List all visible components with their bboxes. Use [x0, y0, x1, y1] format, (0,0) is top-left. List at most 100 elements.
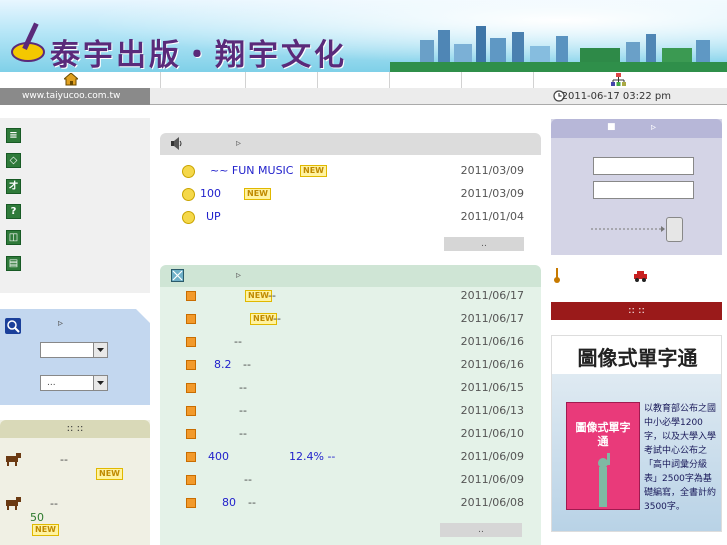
announcement-date: 2011/01/04: [460, 210, 524, 223]
news-date: 2011/06/08: [460, 496, 524, 509]
left-menu: ≡ ◇ オ ? ◫ ▤: [0, 118, 150, 293]
announcement-date: 2011/03/09: [460, 164, 524, 177]
current-datetime: 2011-06-17 03:22 pm: [561, 91, 671, 102]
new-badge: NEW: [300, 165, 327, 177]
left-bottom-item-2[interactable]: --: [50, 497, 58, 510]
car-icon[interactable]: [633, 270, 648, 282]
news-row[interactable]: -- 2011/06/09: [170, 469, 530, 491]
search-icon: [5, 318, 21, 334]
news-title[interactable]: --: [239, 377, 247, 399]
news-suffix: 12.4% --: [289, 450, 336, 463]
search-field-value: ...: [47, 378, 56, 388]
announcement-row[interactable]: ~~ FUN MUSIC NEW 2011/03/09: [170, 160, 530, 182]
news-row[interactable]: -- 2011/06/13: [170, 400, 530, 422]
login-button[interactable]: [666, 217, 683, 242]
bullet-icon: [186, 314, 196, 324]
news-title[interactable]: --: [239, 423, 247, 445]
login-panel: ■ ▹: [551, 119, 722, 255]
nav-sitemap[interactable]: [533, 72, 727, 88]
news-date: 2011/06/13: [460, 404, 524, 417]
news-title[interactable]: --: [244, 469, 252, 491]
announcement-title[interactable]: 100: [200, 183, 221, 205]
site-title: 泰宇出版・翔宇文化: [50, 38, 347, 72]
login-header: ■ ▹: [551, 119, 722, 138]
news-row[interactable]: 400 12.4% -- 2011/06/09: [170, 446, 530, 468]
news-title[interactable]: 400: [208, 446, 229, 468]
ad-banner[interactable]: 圖像式單字通 圖像式單字通 以教育部公布之國中小必學1200字，以及大學入學考試…: [551, 335, 722, 532]
login-header-bullet: ■: [607, 122, 616, 132]
news-title[interactable]: --: [239, 400, 247, 422]
news-header: ▹: [160, 265, 541, 287]
book-icon[interactable]: オ: [6, 179, 21, 194]
search-field-select[interactable]: ...: [40, 375, 108, 391]
list-icon[interactable]: ≡: [6, 128, 21, 143]
news-row[interactable]: -- 2011/06/10: [170, 423, 530, 445]
news-row[interactable]: NEW -- 2011/06/17: [170, 285, 530, 307]
panel-corner: [136, 309, 150, 323]
news-row[interactable]: 80 -- 2011/06/08: [170, 492, 530, 514]
bullet-icon: [186, 475, 196, 485]
news-date: 2011/06/16: [460, 335, 524, 348]
city-skyline-image: [390, 26, 727, 72]
dog-icon: [6, 453, 21, 466]
question-icon[interactable]: ?: [6, 204, 21, 219]
new-badge: NEW: [96, 468, 123, 480]
ad-book-cover: 圖像式單字通: [566, 402, 640, 510]
smiley-icon: [182, 211, 195, 224]
announcement-title[interactable]: ~~ FUN MUSIC: [210, 160, 293, 182]
news-row[interactable]: -- 2011/06/16: [170, 331, 530, 353]
news-date: 2011/06/09: [460, 473, 524, 486]
nav-item-1[interactable]: [160, 72, 246, 88]
news-date: 2011/06/17: [460, 289, 524, 302]
news-suffix: --: [273, 312, 281, 325]
news-title[interactable]: 8.2: [214, 354, 232, 376]
news-date: 2011/06/09: [460, 450, 524, 463]
nav-item-4[interactable]: [389, 72, 462, 88]
ad-description: 以教育部公布之國中小必學1200字，以及大學入學考試中心公布之「高中詞彙分級表」…: [644, 404, 717, 512]
speaker-icon: [171, 137, 182, 150]
brand-logo: [11, 22, 45, 62]
dog-icon: [6, 497, 21, 510]
nav-item-3[interactable]: [317, 72, 390, 88]
chevron-down-icon[interactable]: [93, 376, 107, 390]
left-bottom-panel: :: :: -- NEW -- 50 NEW: [0, 420, 150, 545]
dashed-arrow-icon: [591, 226, 665, 232]
bullet-icon: [186, 406, 196, 416]
sitemap-icon[interactable]: [611, 73, 626, 86]
date-bar: 2011-06-17 03:22 pm: [150, 88, 727, 105]
news-title[interactable]: 80: [222, 492, 236, 514]
news-suffix: --: [268, 289, 276, 302]
nav-home[interactable]: [0, 72, 150, 88]
thermometer-icon: [554, 268, 560, 283]
search-category-select[interactable]: [40, 342, 108, 358]
bullet-icon: [186, 452, 196, 462]
nav-item-5[interactable]: [461, 72, 534, 88]
username-input[interactable]: [593, 157, 694, 175]
news-arrow: ▹: [236, 270, 242, 281]
window-icon[interactable]: ◫: [6, 230, 21, 245]
announcements-more-button[interactable]: ..: [444, 237, 524, 251]
announcement-row[interactable]: UP 2011/01/04: [170, 206, 530, 228]
announcements-header: ▹: [160, 133, 541, 155]
nav-item-2[interactable]: [245, 72, 318, 88]
news-title[interactable]: --: [234, 331, 242, 353]
page-icon[interactable]: ▤: [6, 256, 21, 271]
news-date: 2011/06/16: [460, 358, 524, 371]
tag-icon[interactable]: ◇: [6, 153, 21, 168]
home-icon[interactable]: [64, 73, 78, 86]
password-input[interactable]: [593, 181, 694, 199]
chevron-down-icon[interactable]: [93, 343, 107, 357]
search-panel: ▹ ...: [0, 309, 150, 405]
bullet-icon: [186, 291, 196, 301]
bullet-icon: [186, 383, 196, 393]
news-date: 2011/06/15: [460, 381, 524, 394]
news-row[interactable]: NEW -- 2011/06/17: [170, 308, 530, 330]
announcement-row[interactable]: 100 NEW 2011/03/09: [170, 183, 530, 205]
news-row[interactable]: 8.2 -- 2011/06/16: [170, 354, 530, 376]
news-more-button[interactable]: ..: [440, 523, 522, 537]
bullet-icon: [186, 337, 196, 347]
news-row[interactable]: -- 2011/06/15: [170, 377, 530, 399]
news-date: 2011/06/10: [460, 427, 524, 440]
announcement-title[interactable]: UP: [206, 206, 221, 228]
left-bottom-item-1[interactable]: --: [60, 453, 68, 466]
